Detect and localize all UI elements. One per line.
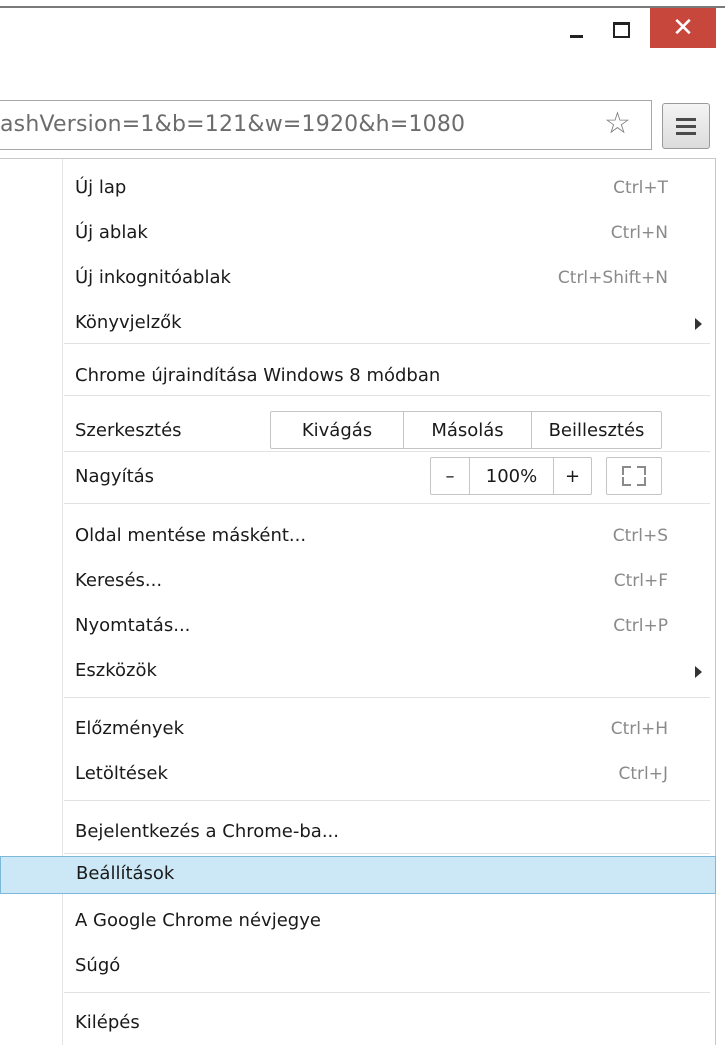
menu-item-label: Keresés... — [75, 570, 163, 591]
menu-item-settings[interactable]: Beállítások — [0, 856, 716, 894]
menu-item-save-page-as[interactable]: Oldal mentése másként... Ctrl+S — [0, 519, 716, 556]
address-bar[interactable]: ashVersion=1&b=121&w=1920&h=1080 ☆ — [0, 100, 652, 150]
menu-item-print[interactable]: Nyomtatás... Ctrl+P — [0, 609, 716, 646]
menu-separator — [64, 395, 710, 396]
menu-item-shortcut: Ctrl+N — [610, 223, 668, 243]
chrome-menu-button[interactable] — [662, 103, 710, 149]
menu-item-downloads[interactable]: Letöltések Ctrl+J — [0, 757, 716, 794]
menu-item-sign-in[interactable]: Bejelentkezés a Chrome-ba... — [0, 815, 716, 852]
cut-button[interactable]: Kivágás — [271, 412, 403, 448]
fullscreen-icon-corner — [622, 477, 631, 486]
menu-item-shortcut: Ctrl+Shift+N — [557, 268, 668, 288]
submenu-arrow-icon — [695, 318, 702, 330]
maximize-button[interactable] — [596, 8, 646, 51]
fullscreen-button[interactable] — [606, 457, 662, 495]
menu-item-label: Oldal mentése másként... — [75, 525, 307, 546]
zoom-in-button[interactable]: + — [553, 458, 591, 494]
menu-item-label: Előzmények — [75, 718, 185, 739]
edit-button-group: Kivágás Másolás Beillesztés — [270, 411, 662, 449]
menu-separator — [64, 853, 710, 854]
menu-item-shortcut: Ctrl+T — [613, 178, 668, 198]
menu-separator — [64, 992, 710, 993]
menu-item-shortcut: Ctrl+P — [613, 616, 668, 636]
menu-item-label: Új inkognitóablak — [75, 267, 231, 288]
menu-item-label: Eszközök — [75, 660, 157, 681]
menu-separator — [64, 503, 710, 504]
chrome-main-menu: Új lap Ctrl+T Új ablak Ctrl+N Új inkogni… — [0, 158, 716, 1045]
minimize-button[interactable] — [556, 8, 596, 51]
menu-item-label: Könyvjelzők — [75, 312, 182, 333]
close-button[interactable]: ✕ — [650, 8, 716, 48]
close-icon: ✕ — [672, 13, 694, 43]
menu-item-new-incognito-window[interactable]: Új inkognitóablak Ctrl+Shift+N — [0, 261, 716, 298]
address-bar-url[interactable]: ashVersion=1&b=121&w=1920&h=1080 — [0, 112, 580, 142]
minimize-icon — [569, 35, 583, 38]
menu-item-new-window[interactable]: Új ablak Ctrl+N — [0, 216, 716, 253]
menu-item-shortcut: Ctrl+S — [612, 526, 668, 546]
paste-button[interactable]: Beillesztés — [531, 412, 661, 448]
menu-item-label: Súgó — [75, 955, 121, 976]
maximize-icon — [612, 21, 630, 38]
menu-item-relaunch-windows8[interactable]: Chrome újraindítása Windows 8 módban — [0, 359, 716, 396]
window-titlebar: ✕ — [0, 0, 725, 92]
copy-button[interactable]: Másolás — [403, 412, 531, 448]
fullscreen-icon-corner — [637, 466, 646, 475]
menu-separator — [64, 343, 710, 344]
fullscreen-icon-corner — [637, 477, 646, 486]
menu-item-bookmarks[interactable]: Könyvjelzők — [0, 306, 716, 343]
menu-item-help[interactable]: Súgó — [0, 949, 716, 986]
menu-item-label: Kilépés — [75, 1012, 140, 1033]
menu-item-label: Letöltések — [75, 763, 168, 784]
fullscreen-icon — [622, 466, 631, 475]
menu-separator — [64, 451, 710, 452]
menu-item-about-chrome[interactable]: A Google Chrome névjegye — [0, 904, 716, 941]
menu-item-label: Új lap — [75, 177, 127, 198]
menu-item-label: A Google Chrome névjegye — [75, 910, 321, 931]
menu-item-label: Chrome újraindítása Windows 8 módban — [75, 365, 441, 386]
menu-item-label: Szerkesztés — [75, 420, 182, 441]
menu-item-label: Nagyítás — [75, 466, 155, 487]
menu-item-shortcut: Ctrl+H — [610, 719, 668, 739]
bookmark-star-icon[interactable]: ☆ — [604, 107, 631, 141]
menu-item-label: Új ablak — [75, 222, 148, 243]
menu-item-shortcut: Ctrl+J — [618, 764, 668, 784]
menu-item-new-tab[interactable]: Új lap Ctrl+T — [0, 171, 716, 208]
menu-separator — [64, 697, 710, 698]
menu-item-history[interactable]: Előzmények Ctrl+H — [0, 712, 716, 749]
zoom-level-value: 100% — [469, 458, 553, 494]
menu-item-find[interactable]: Keresés... Ctrl+F — [0, 564, 716, 601]
menu-item-label: Beállítások — [76, 863, 175, 884]
menu-item-exit[interactable]: Kilépés — [0, 1006, 716, 1043]
menu-separator — [64, 800, 710, 801]
zoom-control-group: – 100% + — [430, 457, 592, 495]
menu-item-label: Bejelentkezés a Chrome-ba... — [75, 821, 339, 842]
hamburger-icon-line — [676, 131, 696, 135]
menu-item-label: Nyomtatás... — [75, 615, 191, 636]
menu-item-shortcut: Ctrl+F — [613, 571, 668, 591]
menu-item-tools[interactable]: Eszközök — [0, 654, 716, 691]
hamburger-icon — [676, 117, 696, 121]
hamburger-icon-line — [676, 124, 696, 128]
zoom-out-button[interactable]: – — [431, 458, 469, 494]
submenu-arrow-icon — [695, 666, 702, 678]
